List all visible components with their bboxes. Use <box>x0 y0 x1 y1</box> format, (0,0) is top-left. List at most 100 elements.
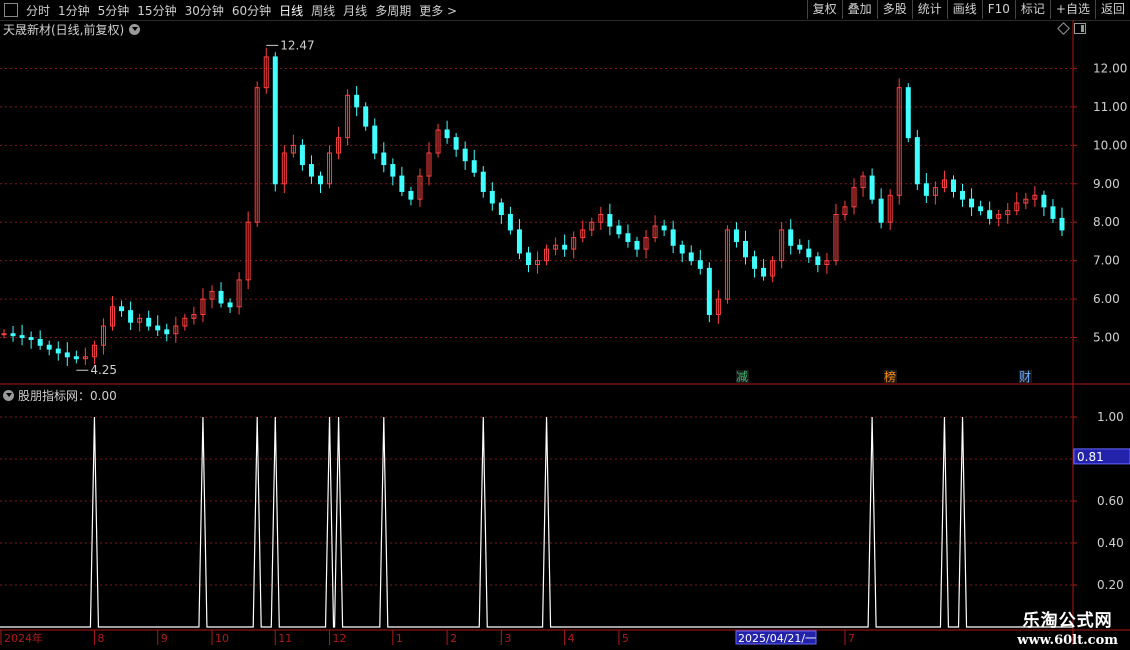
watermark-title: 乐淘公式网 <box>1022 611 1113 631</box>
candle-body <box>119 306 125 312</box>
candle-body <box>788 229 794 246</box>
price-tick-label: 11.00 <box>1093 100 1127 114</box>
chart-canvas[interactable]: 5.00 6.00 7.00 8.00 9.00 10.00 11.00 12.00 0.20 0… <box>0 0 1130 650</box>
candle-body <box>616 225 622 235</box>
candle-body <box>390 164 396 177</box>
time-tick-label: 2024年 <box>4 631 43 645</box>
price-tick-label: 7.00 <box>1093 254 1120 268</box>
candle-body <box>146 317 152 327</box>
candle-body <box>155 325 161 331</box>
candle-body <box>743 240 749 258</box>
time-tick-label: 2 <box>450 632 457 645</box>
candle-body <box>634 240 640 250</box>
candle-body <box>55 348 61 354</box>
time-tick-label: 8 <box>97 632 104 645</box>
event-marker-2: 财 <box>1019 370 1031 384</box>
candle-body <box>516 229 522 254</box>
candle-body <box>969 198 975 208</box>
candle-body <box>661 225 667 231</box>
candle-body <box>354 94 360 108</box>
candle-body <box>507 214 513 231</box>
time-tick-label: 4 <box>568 632 575 645</box>
candle-body <box>987 210 993 219</box>
candle-body <box>806 248 812 258</box>
candle-body <box>46 344 52 350</box>
candle-body <box>19 335 25 339</box>
time-tick-label: 5 <box>622 632 629 645</box>
candle-body <box>73 356 79 360</box>
candle-body <box>399 175 405 192</box>
candle-body <box>950 179 956 192</box>
candle-body <box>914 137 920 185</box>
time-tick-label: 9 <box>161 632 168 645</box>
price-tick-label: 8.00 <box>1093 215 1120 229</box>
indicator-line <box>0 416 1073 628</box>
candle-body <box>1 333 7 336</box>
candle-body <box>815 256 821 266</box>
candle-body <box>462 148 468 162</box>
candle-body <box>381 152 387 166</box>
candle-body <box>444 129 450 139</box>
low-price-label: 4.25 <box>90 363 117 377</box>
candle-body <box>453 137 459 150</box>
time-tick-label: 12 <box>333 632 347 645</box>
candle-body <box>761 267 767 277</box>
candle-body <box>372 125 378 154</box>
time-tick-label: 10 <box>215 632 229 645</box>
candle-body <box>272 56 278 185</box>
candle-body <box>706 267 712 315</box>
candle-body <box>308 164 314 177</box>
price-tick-label: 9.00 <box>1093 177 1120 191</box>
candle-body <box>471 160 477 173</box>
candle-body <box>164 329 170 335</box>
price-tick-label: 6.00 <box>1093 292 1120 306</box>
candle-body <box>797 244 803 250</box>
candle-body <box>363 106 369 127</box>
price-tick-label: 12.00 <box>1093 61 1127 75</box>
candle-body <box>408 190 414 200</box>
candle-body <box>607 214 613 227</box>
candle-body <box>905 87 911 139</box>
candle-body <box>878 198 884 223</box>
high-price-label: 12.47 <box>280 38 314 52</box>
time-tick-label: 7 <box>848 632 855 645</box>
candle-body <box>227 302 233 308</box>
candle-body <box>752 256 758 269</box>
time-tick-label: 1 <box>396 632 403 645</box>
indicator-tick-label: 0.40 <box>1097 536 1124 550</box>
candle-body <box>679 244 685 254</box>
price-tick-label: 10.00 <box>1093 138 1127 152</box>
price-tick-label: 5.00 <box>1093 331 1120 345</box>
candle-body <box>733 229 739 242</box>
candle-body <box>299 144 305 166</box>
candle-body <box>697 260 703 269</box>
indicator-tick-label: 0.20 <box>1097 578 1124 592</box>
candle-body <box>480 171 486 192</box>
event-marker-0: 减 <box>736 370 748 384</box>
candle-body <box>562 244 568 250</box>
candle-body <box>923 183 929 196</box>
candle-body <box>498 202 504 216</box>
candle-body <box>10 333 16 337</box>
event-marker-1: 榜 <box>884 369 896 384</box>
candle-body <box>1041 194 1047 208</box>
candle-body <box>978 206 984 212</box>
candle-body <box>525 252 531 266</box>
watermark: 乐淘公式网 www.60lt.com <box>1017 606 1118 648</box>
cursor-date-label: 2025/04/21/一 <box>738 632 816 645</box>
candle-body <box>64 352 70 358</box>
indicator-tick-label: 0.60 <box>1097 494 1124 508</box>
candle-body <box>128 310 134 323</box>
candle-body <box>37 338 43 346</box>
candle-body <box>688 252 694 262</box>
candle-body <box>218 290 224 304</box>
candle-body <box>869 175 875 200</box>
candle-body <box>489 190 495 204</box>
watermark-url: www.60lt.com <box>1017 633 1118 648</box>
time-tick-label: 3 <box>504 632 511 645</box>
candle-body <box>670 229 676 246</box>
candle-body <box>625 233 631 242</box>
candle-body <box>28 337 34 340</box>
candle-body <box>1059 217 1065 231</box>
candle-body <box>1050 206 1056 219</box>
